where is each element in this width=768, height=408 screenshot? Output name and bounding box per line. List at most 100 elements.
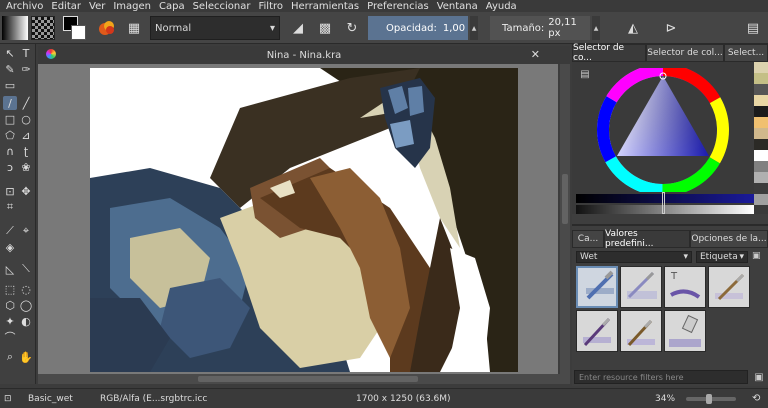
tab-tool-options[interactable]: Opciones de la... [690,230,768,248]
tab-color-selector-2[interactable]: Selector de col... [646,44,724,62]
recent-color-swatch[interactable] [754,128,768,139]
save-icon[interactable]: ▣ [752,370,766,384]
view-mode-icon[interactable]: ▣ [752,251,764,263]
menu-capa[interactable]: Capa [159,1,185,12]
color-sliders[interactable] [576,192,754,214]
preset-filter-select[interactable]: Wet ▾ [576,251,692,263]
tag-select[interactable]: Etiqueta ▾ [696,251,748,263]
rect-select-icon[interactable]: ⬚ [3,282,17,296]
close-icon[interactable]: ✕ [531,48,540,61]
zoom-slider-handle[interactable] [706,394,712,404]
recent-color-swatch[interactable] [754,172,768,183]
recent-color-swatch[interactable] [754,139,768,150]
reload-icon[interactable]: ↻ [341,16,363,40]
freehand-path-icon[interactable]: ʈ [19,144,33,158]
opacity-spin[interactable]: ▲ [470,16,478,40]
recent-color-swatch[interactable] [754,62,768,73]
freehand-select-icon[interactable]: ◯ [19,298,33,312]
assistant-tool-icon[interactable]: ⟋ [3,224,17,238]
tab-canvas[interactable]: Ca... [572,230,604,248]
size-slider[interactable]: Tamaño: 20,11 px [490,16,590,40]
pattern-selector[interactable] [31,16,55,40]
menu-seleccionar[interactable]: Seleccionar [193,1,251,12]
brush-preset-2[interactable] [620,266,662,308]
menu-preferencias[interactable]: Preferencias [367,1,429,12]
panel-divider[interactable] [572,224,768,226]
blend-mode-select[interactable]: Normal ▾ [150,16,280,40]
multibrush-icon[interactable]: ❀ [19,160,33,174]
alpha-lock-icon[interactable]: ▩ [314,16,336,40]
menu-imagen[interactable]: Imagen [113,1,151,12]
dynamic-brush-icon[interactable]: ɔ [3,160,17,174]
recent-color-swatch[interactable] [754,194,768,205]
mirror-horizontal-icon[interactable]: ◭ [620,16,646,40]
recent-color-swatch[interactable] [754,73,768,84]
tab-color-selector-3[interactable]: Select... [724,44,768,62]
grid-icon[interactable]: ▦ [124,16,144,40]
line-tool-icon[interactable]: ╱ [19,96,33,110]
vertical-scroll-thumb[interactable] [562,174,568,224]
edit-shapes-icon[interactable]: ✎ [3,62,17,76]
rotate-icon[interactable]: ⟲ [752,393,760,404]
reference-tool-icon[interactable]: ⟍ [19,262,33,276]
polygon-select-icon[interactable]: ⬡ [3,298,17,312]
horizontal-scroll-thumb[interactable] [198,376,418,382]
lightness-bar[interactable] [576,205,754,214]
menu-filtro[interactable]: Filtro [258,1,283,12]
workspace-icon[interactable]: ▤ [742,16,764,40]
menu-ver[interactable]: Ver [89,1,105,12]
brush-preset-5[interactable] [576,310,618,352]
polygon-tool-icon[interactable]: ⬠ [3,128,17,142]
gradient-selector[interactable] [2,16,28,40]
polyline-tool-icon[interactable]: ⊿ [19,128,33,142]
recent-color-swatch[interactable] [754,161,768,172]
similar-select-icon[interactable]: ◐ [19,314,33,328]
transform-tool-icon[interactable]: ⊡ [3,184,17,198]
artwork-canvas[interactable] [90,68,518,372]
menu-editar[interactable]: Editar [51,1,81,12]
brush-preset-icon[interactable] [96,16,118,40]
tab-brush-presets[interactable]: Valores predefini... [604,229,690,249]
color-wheel[interactable] [596,68,730,192]
background-color-swatch[interactable] [71,25,86,40]
slider-handle[interactable] [662,192,665,214]
calligraphy-icon[interactable]: ✑ [19,62,33,76]
color-picker-icon[interactable]: ⌖ [19,224,33,238]
value-bar[interactable] [576,194,754,203]
pan-tool-icon[interactable]: ✋ [19,350,33,364]
bezier-select-icon[interactable]: ⌒ [3,330,17,344]
magic-wand-icon[interactable]: ✦ [3,314,17,328]
mirror-vertical-icon[interactable]: ⊳ [658,16,684,40]
zoom-tool-icon[interactable]: ⌕ [3,350,17,364]
brush-preset-6[interactable] [620,310,662,352]
select-shapes-icon[interactable]: ↖ [3,46,17,60]
menu-herramientas[interactable]: Herramientas [291,1,359,12]
resource-filter-input[interactable]: Enter resource filters here [574,370,748,384]
document-tab[interactable]: Nina - Nina.kra ✕ [38,46,570,64]
text-tool-icon[interactable]: T [19,46,33,60]
recent-colors-column[interactable] [754,62,768,214]
opacity-slider[interactable]: Opacidad: 1,00 [368,16,468,40]
menu-ventana[interactable]: Ventana [437,1,478,12]
brush-preset-1[interactable] [576,266,618,308]
canvas-area[interactable] [38,64,558,374]
rectangle-tool-icon[interactable]: □ [3,112,17,126]
brush-tool-icon[interactable]: / [3,96,17,110]
ellipse-select-icon[interactable]: ◌ [19,282,33,296]
recent-color-swatch[interactable] [754,150,768,161]
menu-archivo[interactable]: Archivo [6,1,43,12]
brush-preset-7[interactable] [664,310,706,352]
measure-tool-icon[interactable]: ◺ [3,262,17,276]
ellipse-tool-icon[interactable]: ○ [19,112,33,126]
recent-color-swatch[interactable] [754,183,768,194]
fg-bg-color[interactable] [63,16,87,40]
move-tool-icon[interactable]: ✥ [19,184,33,198]
eraser-icon[interactable]: ◢ [287,16,309,40]
selector-settings-icon[interactable]: ▤ [576,66,594,82]
gradient-tool-icon[interactable]: ▭ [3,78,17,92]
recent-color-swatch[interactable] [754,106,768,117]
tab-color-selector-1[interactable]: Selector de co... [572,43,646,63]
vertical-scrollbar[interactable] [560,64,570,374]
bezier-tool-icon[interactable]: ∩ [3,144,17,158]
brush-preset-4[interactable] [708,266,750,308]
